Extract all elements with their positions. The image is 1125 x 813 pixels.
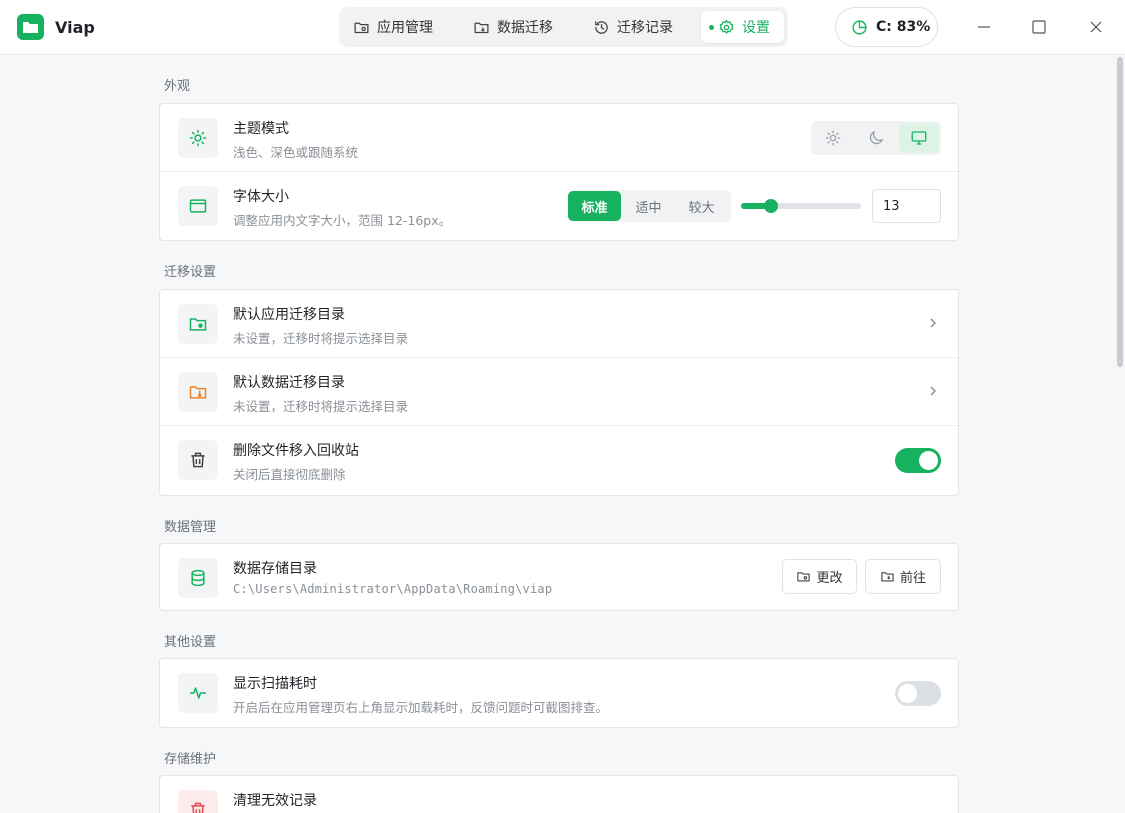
monitor-icon (911, 131, 927, 145)
scan-time-desc: 开启后在应用管理页右上角显示加载耗时，反馈问题时可截图排查。 (233, 700, 609, 715)
font-size-row: 字体大小 调整应用内文字大小，范围 12-16px。 标准 适中 较大 (160, 172, 958, 240)
recycle-bin-toggle[interactable] (895, 448, 941, 473)
database-icon (178, 558, 218, 598)
default-app-dir-desc: 未设置，迁移时将提示选择目录 (233, 331, 409, 346)
preset-medium-button[interactable]: 适中 (622, 191, 675, 221)
font-size-desc: 调整应用内文字大小，范围 12-16px。 (233, 213, 452, 228)
folder-open-icon (881, 572, 894, 582)
scroll-thumb[interactable] (1117, 57, 1123, 367)
theme-row: 主题模式 浅色、深色或跟随系统 (160, 104, 958, 172)
data-card: 数据存储目录 C:\Users\Administrator\AppData\Ro… (159, 543, 959, 611)
cleanup-title: 清理无效记录 (233, 793, 317, 809)
font-size-title: 字体大小 (233, 189, 289, 205)
change-dir-label: 更改 (816, 571, 843, 586)
default-data-dir-title: 默认数据迁移目录 (233, 375, 345, 391)
activity-icon (178, 673, 218, 713)
appearance-card: 主题模式 浅色、深色或跟随系统 字体大小 调整应用内文字大小，范围 12-16p… (159, 103, 959, 241)
history-icon (595, 20, 608, 34)
tab-data-migration[interactable]: 数据迁移 (473, 11, 553, 43)
theme-desc: 浅色、深色或跟随系统 (233, 145, 359, 160)
cleanup-row: 清理无效记录 (160, 776, 958, 813)
tab-settings[interactable]: 设置 (701, 11, 784, 43)
active-dot (709, 24, 714, 30)
preset-standard-button[interactable]: 标准 (568, 191, 621, 221)
maintenance-card: 清理无效记录 (159, 775, 959, 813)
moon-icon (869, 130, 884, 145)
section-title-appearance: 外观 (164, 79, 191, 94)
font-size-input[interactable] (872, 189, 941, 223)
section-title-data: 数据管理 (164, 520, 217, 535)
folder-cog-icon (354, 22, 369, 33)
default-app-dir-title: 默认应用迁移目录 (233, 307, 345, 323)
maximize-button[interactable] (1024, 12, 1054, 42)
open-dir-button[interactable]: 前往 (865, 559, 941, 594)
chevron-right-icon (930, 386, 937, 396)
section-title-migration: 迁移设置 (164, 265, 217, 280)
tab-label: 设置 (742, 20, 770, 36)
toggle-knob (898, 684, 917, 703)
app-logo-icon (17, 14, 44, 40)
theme-dark-button[interactable] (856, 123, 896, 153)
pie-chart-icon (852, 19, 867, 35)
main-nav: 应用管理 数据迁移 迁移记录 设置 (339, 7, 788, 47)
scan-time-title: 显示扫描耗时 (233, 676, 317, 692)
toggle-knob (919, 451, 938, 470)
sun-icon (178, 118, 218, 158)
migration-card: 默认应用迁移目录 未设置，迁移时将提示选择目录 默认数据迁移目录 未设置，迁移时… (159, 289, 959, 496)
close-button[interactable] (1081, 12, 1111, 42)
maximize-icon (1032, 20, 1046, 34)
storage-dir-row: 数据存储目录 C:\Users\Administrator\AppData\Ro… (160, 544, 958, 610)
trash-danger-icon (178, 790, 218, 813)
close-icon (1090, 21, 1102, 33)
theme-system-button[interactable] (899, 123, 939, 153)
open-dir-label: 前往 (899, 571, 926, 586)
settings-content: 外观 主题模式 浅色、深色或跟随系统 字体大小 调整应用内文字大小，范围 12-… (0, 55, 1115, 813)
folder-data-icon (178, 372, 218, 412)
folder-sync-icon (474, 22, 489, 33)
tab-app-management[interactable]: 应用管理 (353, 11, 433, 43)
section-title-maintenance: 存储维护 (164, 752, 217, 767)
default-data-dir-desc: 未设置，迁移时将提示选择目录 (233, 399, 409, 414)
minimize-icon (978, 26, 990, 28)
recycle-bin-desc: 关闭后直接彻底删除 (233, 467, 346, 482)
tab-label: 迁移记录 (617, 20, 673, 36)
sun-icon (825, 130, 841, 146)
folder-settings-icon (178, 304, 218, 344)
recycle-bin-row: 删除文件移入回收站 关闭后直接彻底删除 (160, 426, 958, 494)
storage-dir-path: C:\Users\Administrator\AppData\Roaming\v… (233, 582, 553, 596)
theme-selector (811, 121, 941, 155)
trash-icon (178, 440, 218, 480)
scan-time-toggle[interactable] (895, 681, 941, 706)
app-name: Viap (55, 18, 95, 37)
window-icon (178, 186, 218, 226)
title-bar: Viap 应用管理 数据迁移 迁移记录 设置 C: 83% (0, 0, 1125, 55)
other-card: 显示扫描耗时 开启后在应用管理页右上角显示加载耗时，反馈问题时可截图排查。 (159, 658, 959, 728)
preset-large-button[interactable]: 较大 (675, 191, 728, 221)
font-preset-selector: 标准 适中 较大 (568, 190, 731, 222)
theme-title: 主题模式 (233, 121, 289, 137)
change-dir-button[interactable]: 更改 (782, 559, 857, 594)
default-app-dir-row[interactable]: 默认应用迁移目录 未设置，迁移时将提示选择目录 (160, 290, 958, 358)
default-data-dir-row[interactable]: 默认数据迁移目录 未设置，迁移时将提示选择目录 (160, 358, 958, 426)
section-title-other: 其他设置 (164, 635, 217, 650)
font-size-slider[interactable] (741, 199, 861, 213)
tab-label: 应用管理 (377, 20, 433, 36)
recycle-bin-title: 删除文件移入回收站 (233, 443, 359, 459)
vertical-scrollbar[interactable] (1115, 55, 1125, 813)
disk-usage-badge[interactable]: C: 83% (835, 7, 938, 47)
scan-time-row: 显示扫描耗时 开启后在应用管理页右上角显示加载耗时，反馈问题时可截图排查。 (160, 659, 958, 727)
disk-usage-label: C: 83% (876, 19, 931, 35)
folder-edit-icon (797, 572, 811, 582)
chevron-right-icon (930, 318, 937, 328)
tab-migration-history[interactable]: 迁移记录 (593, 11, 673, 43)
gear-icon (719, 19, 734, 34)
theme-light-button[interactable] (813, 123, 853, 153)
tab-label: 数据迁移 (497, 20, 553, 36)
storage-dir-title: 数据存储目录 (233, 561, 317, 577)
minimize-button[interactable] (969, 12, 999, 42)
slider-thumb[interactable] (764, 199, 778, 213)
